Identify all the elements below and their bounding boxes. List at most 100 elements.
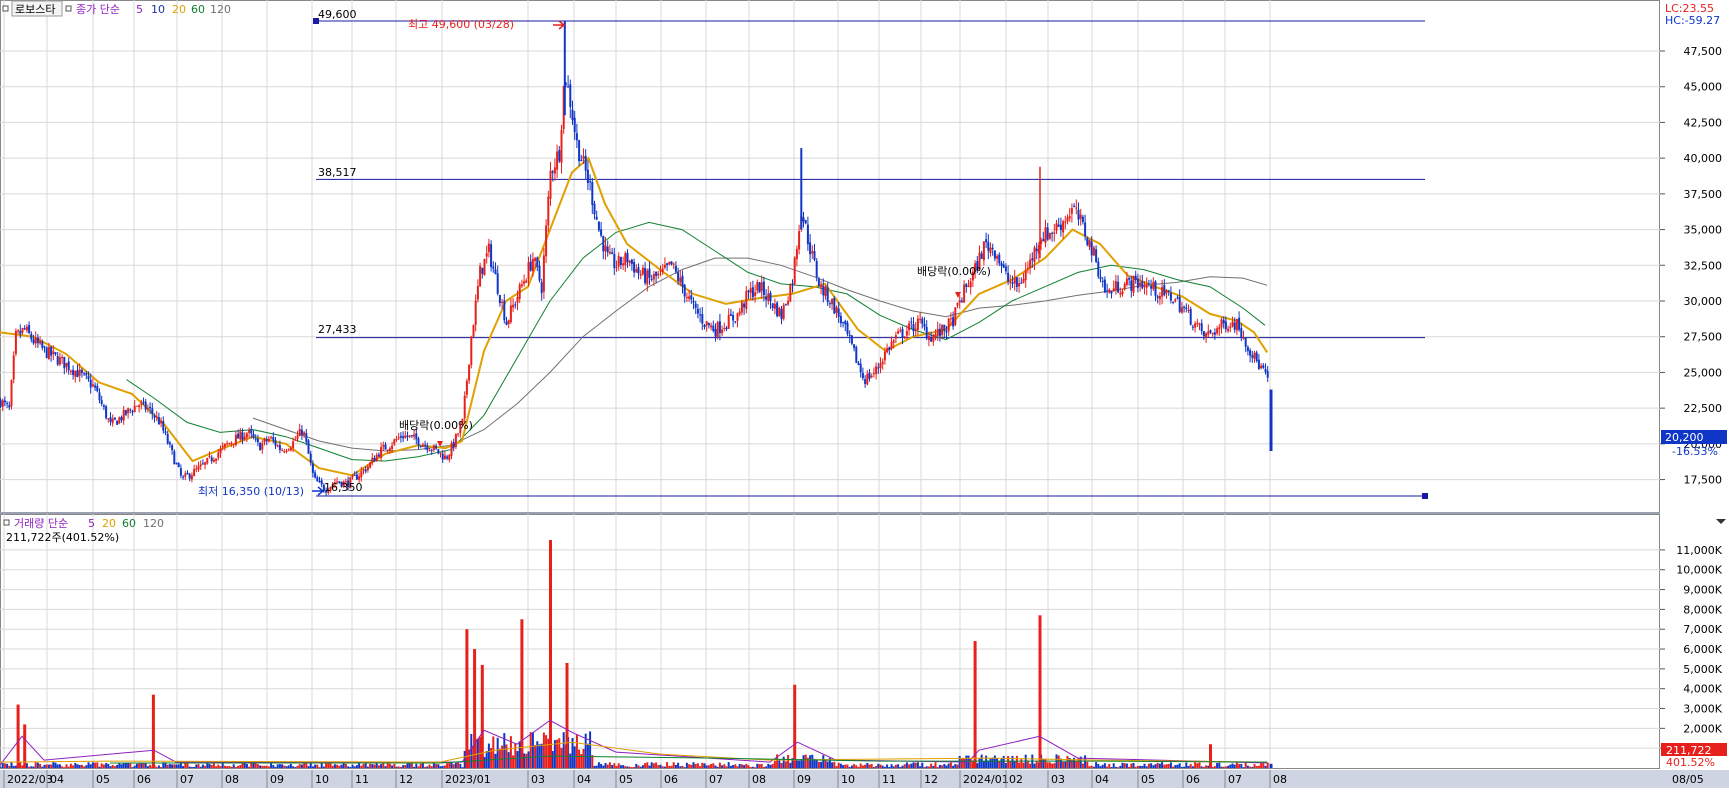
volume-bar	[870, 763, 873, 768]
volume-bar	[50, 764, 53, 768]
candle-body	[481, 267, 484, 274]
volume-bar	[756, 763, 759, 768]
candle-body	[285, 450, 288, 452]
candle-body	[281, 450, 284, 452]
settings-icon[interactable]	[2, 5, 9, 12]
volume-bar	[1191, 766, 1194, 768]
volume-bar	[569, 753, 572, 768]
candle-body	[61, 356, 64, 359]
volume-bar	[102, 764, 105, 768]
candle-body	[1024, 270, 1027, 281]
volume-bar	[989, 758, 992, 768]
price-tick-label: 27,500	[1684, 331, 1723, 344]
candle-body	[989, 247, 992, 254]
candle-body	[839, 315, 842, 324]
volume-bar	[716, 766, 719, 768]
volume-bar	[340, 764, 343, 768]
candle-body	[725, 327, 728, 330]
candle-body	[947, 318, 950, 332]
volume-bar	[1121, 762, 1124, 768]
candle-body	[439, 452, 442, 454]
candle-body	[1134, 275, 1137, 281]
volume-bar	[734, 764, 737, 768]
volume-bar	[963, 758, 966, 768]
candle-body	[1194, 323, 1197, 328]
ma-5-label: 5	[136, 3, 143, 16]
date-tick-label: 10	[315, 773, 329, 786]
volume-bar	[1141, 766, 1144, 768]
candle-body	[646, 270, 649, 285]
candle-body	[292, 441, 295, 448]
candle-body	[1114, 281, 1117, 291]
volume-bar	[193, 766, 196, 768]
volume-bar	[10, 762, 13, 768]
volume-bar	[690, 764, 693, 768]
volume-bar	[771, 763, 774, 768]
volume-bar	[817, 761, 820, 768]
candle-body	[113, 417, 116, 420]
candle-body	[206, 458, 209, 464]
candle-body	[892, 340, 895, 343]
volume-bar	[83, 766, 86, 768]
candle-body	[309, 453, 312, 463]
candle-body	[296, 435, 299, 439]
volume-bar	[991, 757, 994, 768]
volume-bar	[542, 732, 545, 768]
volume-settings-icon[interactable]	[3, 519, 10, 526]
volume-bar	[278, 764, 281, 768]
volume-bar	[358, 763, 361, 768]
date-tick-label: 04	[1095, 773, 1109, 786]
volume-bar	[173, 764, 176, 768]
candle-body	[514, 304, 517, 306]
candle-body	[558, 150, 561, 162]
volume-bar	[1130, 763, 1133, 768]
candle-body	[688, 296, 691, 299]
volume-bar	[113, 766, 116, 768]
price-settings-icon[interactable]	[65, 5, 72, 12]
candle-body	[446, 456, 449, 459]
candle-body	[1123, 283, 1126, 290]
ma-60-label: 60	[191, 3, 205, 16]
candle-body	[1167, 290, 1170, 292]
candle-body	[776, 302, 779, 317]
date-tick-label: 06	[664, 773, 678, 786]
candle-body	[1244, 337, 1247, 347]
volume-bar	[1084, 755, 1087, 768]
candle-body	[375, 454, 378, 461]
volume-bar	[721, 765, 724, 768]
candle-body	[842, 322, 845, 324]
price-tick-label: 45,000	[1684, 81, 1723, 94]
candle-body	[580, 159, 583, 162]
candle-body	[492, 266, 495, 269]
candle-body	[1145, 284, 1148, 288]
candle-body	[144, 401, 147, 410]
candle-body	[1130, 280, 1133, 291]
volume-bar	[256, 764, 259, 768]
panel-splitter[interactable]	[0, 512, 1660, 514]
volume-bar	[228, 765, 231, 768]
candle-body	[679, 277, 682, 283]
volume-bar	[892, 766, 895, 768]
candle-body	[186, 472, 189, 475]
candle-body	[1011, 282, 1014, 284]
stock-name[interactable]: 로보스타	[15, 3, 55, 16]
candle-body	[927, 335, 930, 341]
candle-body	[795, 248, 798, 260]
volume-bar	[881, 765, 884, 768]
volume-bar	[61, 766, 64, 768]
candle-body	[575, 133, 578, 141]
candle-body	[943, 324, 946, 331]
candle-body	[487, 243, 490, 253]
volume-bar	[1183, 766, 1186, 768]
candle-body	[217, 452, 220, 458]
candle-body	[1119, 293, 1122, 295]
volume-bar	[538, 744, 541, 768]
volume-bar	[43, 764, 46, 768]
candle-body	[668, 261, 671, 265]
date-tick-label: 10	[841, 773, 855, 786]
candle-body	[846, 322, 849, 335]
volume-bar	[1064, 761, 1067, 768]
candle-body	[1009, 281, 1012, 283]
vol-ma-5-label: 5	[88, 517, 95, 530]
candle-body	[527, 262, 530, 280]
